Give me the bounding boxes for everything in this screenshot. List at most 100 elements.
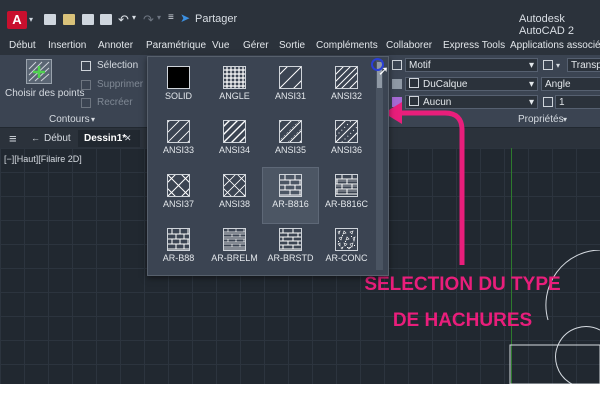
select-objects-icon[interactable]: [81, 61, 91, 71]
hatch-option-ansi32[interactable]: ANSI32: [319, 60, 374, 115]
hatch-label: AR-B816: [272, 199, 309, 209]
hatch-option-ar-b816[interactable]: AR-B816: [262, 167, 319, 224]
recreate-boundary-icon: [81, 98, 91, 108]
hatch-option-ar-b816c[interactable]: AR-B816C: [319, 168, 374, 223]
viewport-controls-label[interactable]: [−][Haut][Filaire 2D]: [4, 154, 82, 164]
hatch-option-ar-brstd[interactable]: AR-BRSTD: [263, 222, 318, 277]
close-tab-icon[interactable]: ✕: [124, 133, 132, 144]
hatch-label: AR-BRELM: [211, 253, 258, 263]
hatch-swatch-ansi37-icon: [167, 174, 190, 197]
hatch-swatch-ar-b816-icon: [279, 174, 302, 197]
annotation-arrow: [384, 102, 465, 265]
hatch-option-ar-brelm[interactable]: AR-BRELM: [207, 222, 262, 277]
hatch-option-ansi31[interactable]: ANSI31: [263, 60, 318, 115]
hatch-label: AR-B816C: [324, 199, 369, 209]
open-folder-icon[interactable]: [63, 14, 75, 25]
redo-icon[interactable]: ↷: [143, 12, 154, 28]
hatch-label: ANSI36: [330, 145, 363, 155]
menu-debut[interactable]: Début: [9, 40, 36, 51]
angle-field[interactable]: Angle: [541, 77, 600, 91]
hatch-swatch-ar-b88-icon: [167, 228, 190, 251]
pick-points-icon[interactable]: [26, 59, 52, 84]
hatch-option-ansi37[interactable]: ANSI37: [151, 168, 206, 223]
hatch-option-solid[interactable]: SOLID: [151, 60, 206, 115]
hatch-swatch-ansi32-icon: [335, 66, 358, 89]
chevron-down-icon: ▾: [528, 60, 534, 71]
hatch-option-ansi33[interactable]: ANSI33: [151, 114, 206, 169]
undo-dropdown-icon[interactable]: ▾: [132, 13, 136, 22]
menu-vue[interactable]: Vue: [212, 40, 229, 51]
transparency-field[interactable]: Transpa: [567, 58, 600, 72]
properties-expand-icon[interactable]: ▾: [563, 115, 567, 124]
hatch-label: ANSI32: [330, 91, 363, 101]
hatch-swatch-ansi33-icon: [167, 120, 190, 143]
menu-applications-associees[interactable]: Applications associées: [510, 40, 600, 51]
app-menu-dropdown-icon[interactable]: ▾: [29, 15, 33, 24]
menu-collaborer[interactable]: Collaborer: [386, 40, 432, 51]
menu-insertion[interactable]: Insertion: [48, 40, 86, 51]
transparency-icon: [543, 60, 553, 70]
hatch-option-ar-b88[interactable]: AR-B88: [151, 222, 206, 277]
hatch-option-ansi35[interactable]: ANSI35: [263, 114, 318, 169]
remove-button: Supprimer: [97, 79, 144, 90]
save-icon[interactable]: [82, 14, 94, 25]
new-file-icon[interactable]: [44, 14, 56, 25]
choose-points-label[interactable]: Choisir des points: [5, 88, 84, 99]
hatch-option-ansi34[interactable]: ANSI34: [207, 114, 262, 169]
scale-field[interactable]: 1: [555, 95, 600, 109]
hatch-option-ansi36[interactable]: ANSI36: [319, 114, 374, 169]
hamburger-menu-icon[interactable]: ≡: [9, 131, 17, 146]
hatch-label: ANSI34: [218, 145, 251, 155]
hatch-color-select[interactable]: DuCalque ▾: [405, 77, 538, 91]
contours-expand-icon[interactable]: ▾: [91, 115, 95, 124]
redo-dropdown-icon[interactable]: ▾: [157, 13, 161, 22]
hatch-label: ANSI38: [218, 199, 251, 209]
undo-icon[interactable]: ↶: [118, 12, 129, 28]
scale-icon: [543, 97, 553, 107]
hatch-label: AR-B88: [162, 253, 195, 263]
mouse-cursor-icon: ➚: [378, 63, 389, 78]
customize-quick-access-icon[interactable]: ≡: [168, 12, 174, 23]
hatch-label: ANGLE: [219, 91, 250, 101]
chevron-down-icon: ▾: [528, 97, 534, 108]
share-icon[interactable]: ➤: [180, 11, 190, 25]
hatch-option-ansi38[interactable]: ANSI38: [207, 168, 262, 223]
properties-panel-title[interactable]: Propriétés: [518, 114, 564, 125]
hatch-label: ANSI35: [274, 145, 307, 155]
print-icon[interactable]: [100, 14, 112, 25]
hatch-type-icon: [392, 60, 402, 70]
autocad-logo[interactable]: A: [7, 11, 27, 29]
hatch-swatch-ansi35-icon: [279, 120, 302, 143]
transparency-dropdown-icon[interactable]: ▾: [556, 61, 560, 70]
contours-panel-title[interactable]: Contours: [49, 114, 90, 125]
selection-button[interactable]: Sélection: [97, 60, 138, 71]
hatch-label: ANSI33: [162, 145, 195, 155]
remove-boundary-icon: [81, 80, 91, 90]
annotation-line-2: DE HACHURES: [392, 310, 533, 331]
menu-express-tools[interactable]: Express Tools: [443, 40, 505, 51]
hatch-label: AR-CONC: [325, 253, 368, 263]
menu-gerer[interactable]: Gérer: [243, 40, 269, 51]
annotation-line-1: SÉLECTION DU TYPE: [364, 274, 561, 295]
menu-complements[interactable]: Compléments: [316, 40, 378, 51]
hatch-label: AR-BRSTD: [267, 253, 314, 263]
hatch-type-select[interactable]: Motif ▾: [405, 58, 538, 72]
recreate-button: Recréer: [97, 97, 133, 108]
hatch-swatch-ar-b816c-icon: [335, 174, 358, 197]
hatch-swatch-ar-brstd-icon: [279, 228, 302, 251]
hatch-swatch-solid-icon: [167, 66, 190, 89]
menu-annoter[interactable]: Annoter: [98, 40, 133, 51]
chevron-down-icon: ▾: [528, 79, 534, 90]
menu-parametrique[interactable]: Paramétrique: [146, 40, 206, 51]
color-swatch-icon: [409, 78, 419, 88]
gallery-scrollbar[interactable]: [376, 60, 383, 270]
share-button[interactable]: Partager: [195, 13, 237, 25]
hatch-option-ar-conc[interactable]: AR-CONC: [319, 222, 374, 277]
hatch-label: SOLID: [164, 91, 192, 101]
hatch-swatch-angle-icon: [223, 66, 246, 89]
tab-debut[interactable]: Début: [38, 130, 77, 147]
menu-sortie[interactable]: Sortie: [279, 40, 305, 51]
hatch-swatch-ansi38-icon: [223, 174, 246, 197]
hatch-option-angle[interactable]: ANGLE: [207, 60, 262, 115]
hatch-label: ANSI31: [274, 91, 307, 101]
